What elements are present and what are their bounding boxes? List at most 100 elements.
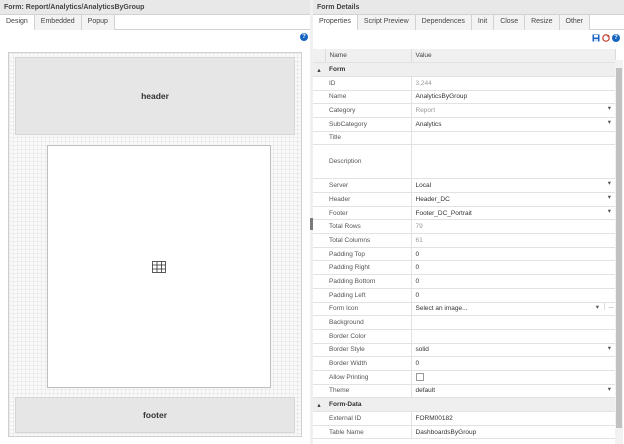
row-gutter (313, 356, 325, 371)
group-row-form[interactable]: ▴ Form (313, 62, 615, 77)
tab-other[interactable]: Other (559, 15, 591, 30)
chevron-down-icon[interactable]: ▾ (608, 344, 611, 352)
property-value[interactable] (411, 370, 615, 385)
property-value-text: solid (415, 346, 429, 354)
property-name: Name (325, 90, 412, 105)
property-value[interactable]: Report ▾ (411, 103, 615, 118)
property-value-text: Analytics (415, 120, 442, 128)
property-value[interactable]: 0 (411, 356, 615, 371)
property-value[interactable]: 0 (411, 288, 615, 303)
tab-popup[interactable]: Popup (81, 15, 115, 30)
row-gutter (313, 178, 325, 193)
property-row[interactable]: Padding Left 0 (313, 288, 615, 303)
property-row[interactable]: Server Local ▾ (313, 178, 615, 193)
property-value[interactable]: 3,244 (411, 76, 615, 91)
allow-printing-checkbox[interactable] (415, 373, 424, 382)
property-value[interactable]: Select an image... ▾... (411, 302, 615, 317)
property-value[interactable]: FORM00182 (411, 411, 615, 426)
property-row[interactable]: Border Style solid ▾ (313, 343, 615, 358)
chevron-down-icon[interactable]: ▾ (596, 303, 599, 311)
form-designer-pane: Form: Report/Analytics/AnalyticsByGroup … (0, 0, 310, 444)
property-row[interactable]: ID 3,244 (313, 76, 615, 91)
property-value[interactable]: 0 (411, 274, 615, 289)
group-row-form-data[interactable]: ▴ Form-Data (313, 397, 615, 412)
chevron-down-icon[interactable]: ▾ (608, 207, 611, 215)
property-row[interactable]: Form Icon Select an image... ▾... (313, 302, 615, 317)
property-row[interactable]: Padding Bottom 0 (313, 274, 615, 289)
property-value[interactable]: 79 (411, 219, 615, 235)
help-icon[interactable]: ? (300, 33, 308, 41)
property-row[interactable]: SubCategory Analytics ▾ (313, 117, 615, 132)
properties-scrollbar[interactable] (615, 60, 623, 444)
property-value[interactable]: Analytics ▾ (411, 117, 615, 132)
property-value[interactable]: 61 (411, 233, 615, 248)
tab-script-preview[interactable]: Script Preview (357, 15, 416, 30)
tab-dependences[interactable]: Dependences (415, 15, 472, 30)
property-row[interactable]: Total Rows 79 (313, 219, 615, 235)
property-value[interactable]: solid ▾ (411, 343, 615, 358)
row-gutter (313, 384, 325, 399)
property-row[interactable]: Padding Right 0 (313, 260, 615, 276)
row-gutter (313, 315, 325, 330)
column-header-value[interactable]: Value (411, 49, 616, 64)
property-value[interactable] (411, 329, 615, 344)
chevron-down-icon[interactable]: ▾ (608, 193, 611, 201)
column-header-name[interactable]: Name (325, 49, 412, 64)
chevron-down-icon[interactable]: ▾ (608, 385, 611, 393)
tab-resize[interactable]: Resize (525, 15, 560, 30)
details-tabs: Properties Script Preview Dependences In… (313, 15, 624, 30)
tab-init[interactable]: Init (471, 15, 495, 30)
collapse-icon[interactable]: ▴ (313, 62, 325, 77)
property-row[interactable]: Allow Printing (313, 370, 615, 385)
property-row[interactable]: Theme default ▾ (313, 384, 615, 399)
tab-properties[interactable]: Properties (313, 15, 358, 30)
design-canvas[interactable]: header footer (8, 52, 302, 437)
property-value[interactable] (411, 315, 615, 330)
grid-icon (152, 261, 166, 273)
property-value[interactable] (411, 131, 615, 146)
property-row[interactable]: External ID FORM00182 (313, 411, 615, 426)
scrollbar-thumb[interactable] (616, 68, 622, 428)
property-name: Description (325, 144, 412, 180)
browse-button[interactable]: ... (604, 302, 615, 310)
tab-design[interactable]: Design (0, 15, 35, 30)
property-value[interactable]: AnalyticsByGroup (411, 90, 615, 105)
chevron-down-icon[interactable]: ▾ (608, 179, 611, 187)
refresh-icon[interactable] (602, 34, 610, 42)
collapse-icon[interactable]: ▴ (313, 397, 325, 412)
row-gutter (313, 288, 325, 303)
property-value[interactable]: 0 (411, 260, 615, 276)
property-row[interactable]: Title (313, 131, 615, 146)
property-value[interactable]: Header_DC ▾ (411, 192, 615, 207)
property-row[interactable]: Padding Top 0 (313, 247, 615, 262)
property-value[interactable]: 0 (411, 247, 615, 262)
property-row[interactable]: Header Header_DC ▾ (313, 192, 615, 207)
property-value-text: 0 (415, 250, 420, 258)
chevron-down-icon[interactable]: ▾ (608, 104, 611, 112)
chevron-down-icon[interactable]: ▾ (608, 118, 611, 126)
property-row[interactable]: Category Report ▾ (313, 103, 615, 118)
tab-close[interactable]: Close (494, 15, 526, 30)
property-name: Padding Top (325, 247, 412, 262)
property-value[interactable]: Footer_DC_Portrait ▾ (411, 206, 615, 221)
property-row[interactable]: Table Name DashboardsByGroup (313, 425, 615, 440)
form-body-area[interactable] (47, 145, 271, 388)
property-row[interactable]: Border Width 0 (313, 356, 615, 371)
property-row[interactable]: Name AnalyticsByGroup (313, 90, 615, 105)
property-row[interactable]: Description (313, 144, 615, 180)
property-name: Title (325, 131, 412, 146)
save-icon[interactable] (592, 34, 600, 42)
properties-help-icon[interactable]: ? (612, 34, 620, 42)
property-row[interactable]: Border Color (313, 329, 615, 344)
tab-embedded[interactable]: Embedded (34, 15, 82, 30)
property-value[interactable]: Local ▾ (411, 178, 615, 193)
footer-band[interactable]: footer (15, 397, 295, 433)
property-row[interactable]: Total Columns 61 (313, 233, 615, 248)
property-row[interactable]: Background (313, 315, 615, 330)
group-label: Form-Data (325, 397, 615, 412)
header-band[interactable]: header (15, 57, 295, 135)
property-value[interactable]: default ▾ (411, 384, 615, 399)
property-row[interactable]: Footer Footer_DC_Portrait ▾ (313, 206, 615, 221)
property-value[interactable] (411, 144, 615, 180)
property-value[interactable]: DashboardsByGroup (411, 425, 615, 440)
